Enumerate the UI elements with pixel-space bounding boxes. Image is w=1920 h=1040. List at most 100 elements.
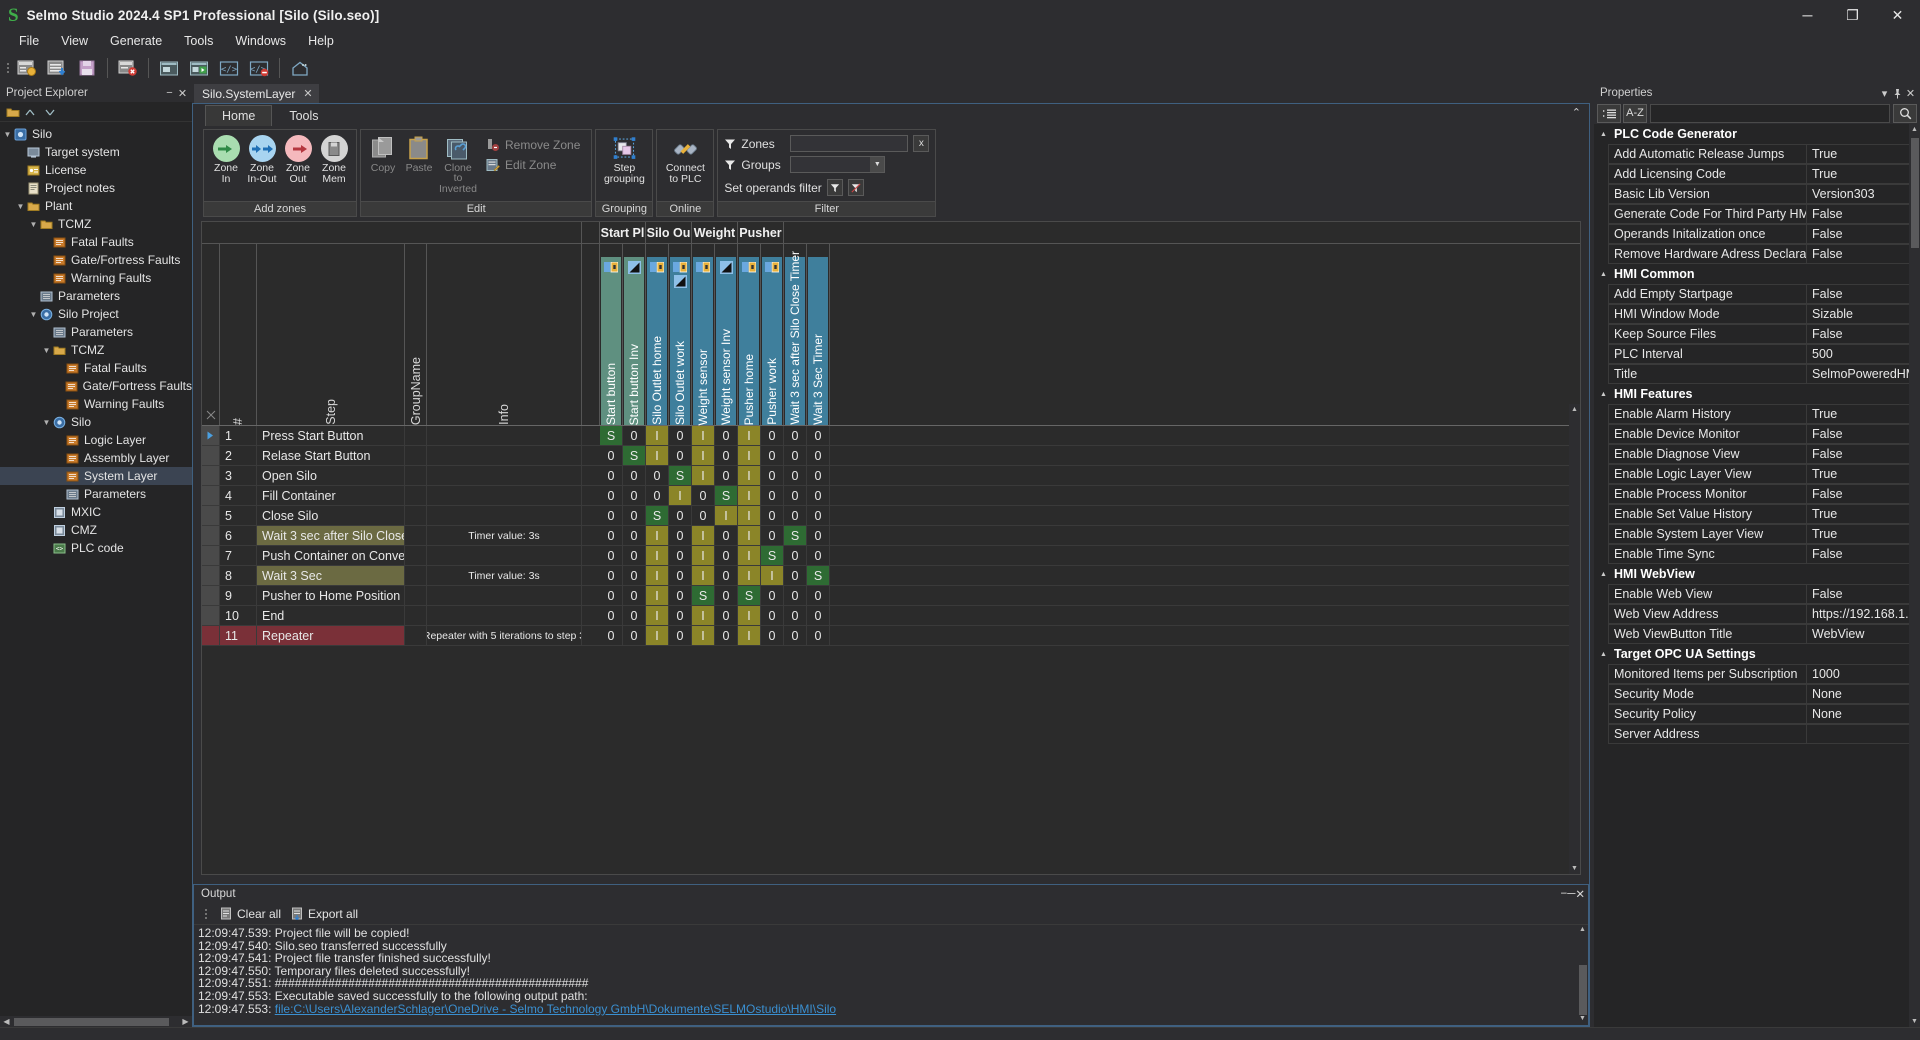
cell-operand-value[interactable]: 0 bbox=[761, 526, 784, 545]
cell-operand-value[interactable]: I bbox=[738, 626, 761, 645]
grid-group-header-pusher[interactable]: Pusher bbox=[738, 222, 784, 243]
cell-step[interactable]: Relase Start Button bbox=[257, 446, 405, 465]
cell-info[interactable] bbox=[427, 426, 582, 445]
collapse-all-icon[interactable] bbox=[23, 104, 38, 119]
home-icon[interactable] bbox=[287, 55, 313, 81]
minimize-button[interactable]: ─ bbox=[1785, 0, 1830, 30]
cell-operand-value[interactable]: 0 bbox=[692, 486, 715, 505]
connect-to-plc-button[interactable]: Connect to PLC bbox=[665, 133, 705, 186]
edit-zone-button[interactable]: Edit Zone bbox=[482, 157, 584, 173]
cell-operand-value[interactable]: I bbox=[692, 526, 715, 545]
tree-node-parameters[interactable]: Parameters bbox=[0, 323, 192, 341]
cell-operand-value[interactable]: S bbox=[600, 426, 623, 445]
tree-node-warning-faults[interactable]: Warning Faults bbox=[0, 395, 192, 413]
properties-dropdown-icon[interactable]: ▾ bbox=[1878, 86, 1891, 100]
row-header[interactable] bbox=[202, 486, 220, 505]
export-all-button[interactable]: Export all bbox=[291, 907, 358, 921]
cell-info[interactable] bbox=[427, 486, 582, 505]
cell-number[interactable]: 7 bbox=[220, 546, 257, 565]
groups-filter-combo[interactable]: ▼ bbox=[790, 156, 886, 173]
tree-node-parameters[interactable]: Parameters bbox=[0, 485, 192, 503]
grid-column-header-step[interactable]: Step bbox=[257, 244, 405, 425]
twisty-icon[interactable]: ▲ bbox=[1598, 125, 1609, 143]
menu-windows[interactable]: Windows bbox=[224, 32, 297, 50]
cell-step[interactable]: Close Silo bbox=[257, 506, 405, 525]
cell-operand-value[interactable]: S bbox=[692, 586, 715, 605]
tree-node-gate-fortress-faults[interactable]: Gate/Fortress Faults bbox=[0, 251, 192, 269]
property-value[interactable]: True bbox=[1806, 144, 1920, 164]
cell-info[interactable]: Timer value: 3s bbox=[427, 526, 582, 545]
grid-row[interactable]: 6 Wait 3 sec after Silo Close Timer value:… bbox=[202, 526, 1580, 546]
cell-number[interactable]: 2 bbox=[220, 446, 257, 465]
row-header[interactable] bbox=[202, 546, 220, 565]
cell-operand-value[interactable]: 0 bbox=[669, 526, 692, 545]
cell-operand-value[interactable]: 0 bbox=[784, 606, 807, 625]
save-icon[interactable] bbox=[74, 55, 100, 81]
cell-operand-value[interactable]: 0 bbox=[761, 606, 784, 625]
cell-operand-value[interactable]: I bbox=[738, 426, 761, 445]
cell-operand-value[interactable]: I bbox=[669, 486, 692, 505]
cell-operand-value[interactable]: 0 bbox=[784, 586, 807, 605]
remove-zone-button[interactable]: Remove Zone bbox=[482, 137, 584, 153]
tree-node-silo-project[interactable]: ▼ Silo Project bbox=[0, 305, 192, 323]
tree-node-plc-code[interactable]: <> PLC code bbox=[0, 539, 192, 557]
property-row[interactable]: HMI Window Mode Sizable bbox=[1608, 304, 1920, 324]
menu-help[interactable]: Help bbox=[297, 32, 345, 50]
cell-operand-value[interactable]: I bbox=[692, 446, 715, 465]
zones-filter-input[interactable] bbox=[790, 135, 909, 152]
property-row[interactable]: Enable Process Monitor False bbox=[1608, 484, 1920, 504]
property-value[interactable]: False bbox=[1806, 444, 1920, 464]
scroll-thumb[interactable] bbox=[1579, 965, 1587, 1015]
cell-operand-value[interactable]: 0 bbox=[784, 486, 807, 505]
property-value[interactable]: True bbox=[1806, 404, 1920, 424]
grid-row[interactable]: 2 Relase Start Button 0 S I 0 I 0 I 0 0 0 bbox=[202, 446, 1580, 466]
twisty-icon[interactable]: ▲ bbox=[1598, 385, 1609, 403]
property-value[interactable] bbox=[1806, 724, 1920, 744]
cell-groupname[interactable] bbox=[405, 486, 427, 505]
tree-node-assembly-layer[interactable]: Assembly Layer bbox=[0, 449, 192, 467]
grid-row[interactable]: 10 End 0 0 I 0 I 0 I 0 0 0 bbox=[202, 606, 1580, 626]
property-value[interactable]: Version303 bbox=[1806, 184, 1920, 204]
cell-operand-value[interactable]: I bbox=[738, 506, 761, 525]
property-value[interactable]: False bbox=[1806, 284, 1920, 304]
menu-view[interactable]: View bbox=[50, 32, 99, 50]
cell-operand-value[interactable]: 0 bbox=[807, 466, 830, 485]
cell-operand-value[interactable]: S bbox=[646, 506, 669, 525]
cell-operand-value[interactable]: 0 bbox=[669, 626, 692, 645]
property-row[interactable]: Web View Address https://192.168.1.1 bbox=[1608, 604, 1920, 624]
property-value[interactable]: True bbox=[1806, 164, 1920, 184]
cell-operand-value[interactable]: I bbox=[646, 526, 669, 545]
tree-node-plant[interactable]: ▼ Plant bbox=[0, 197, 192, 215]
twisty-icon[interactable]: ▼ bbox=[28, 215, 39, 233]
row-header[interactable] bbox=[202, 526, 220, 545]
property-row[interactable]: Enable Set Value History True bbox=[1608, 504, 1920, 524]
cell-operand-value[interactable]: 0 bbox=[646, 486, 669, 505]
document-tab-close-icon[interactable]: ✕ bbox=[303, 87, 312, 100]
grid-row[interactable]: 1 Press Start Button S 0 I 0 I 0 I 0 0 0 bbox=[202, 426, 1580, 446]
new-project-icon[interactable] bbox=[14, 55, 40, 81]
property-value[interactable]: True bbox=[1806, 504, 1920, 524]
menu-file[interactable]: File bbox=[8, 32, 50, 50]
property-value[interactable]: True bbox=[1806, 464, 1920, 484]
cell-operand-value[interactable]: 0 bbox=[715, 426, 738, 445]
document-tab-silo-systemlayer[interactable]: Silo.SystemLayer ✕ bbox=[194, 84, 319, 103]
scroll-up-arrow[interactable]: ▲ bbox=[1569, 404, 1580, 415]
cell-operand-value[interactable]: I bbox=[692, 546, 715, 565]
twisty-icon[interactable]: ▼ bbox=[15, 197, 26, 215]
property-category-hmi-webview[interactable]: ▲ HMI WebView bbox=[1594, 564, 1920, 584]
tree-node-parameters[interactable]: Parameters bbox=[0, 287, 192, 305]
cell-operand-value[interactable]: 0 bbox=[623, 486, 646, 505]
zone-mem-button[interactable]: Zone Mem bbox=[317, 133, 351, 186]
cell-operand-value[interactable]: 0 bbox=[600, 526, 623, 545]
generate-code-icon[interactable]: </> bbox=[216, 55, 242, 81]
grid-row[interactable]: 9 Pusher to Home Position 0 0 I 0 S 0 S 0 0 0 bbox=[202, 586, 1580, 606]
cell-operand-value[interactable]: 0 bbox=[623, 566, 646, 585]
cell-operand-value[interactable]: I bbox=[646, 426, 669, 445]
ribbon-tab-tools[interactable]: Tools bbox=[272, 105, 335, 126]
cell-operand-value[interactable]: 0 bbox=[715, 446, 738, 465]
cell-number[interactable]: 5 bbox=[220, 506, 257, 525]
cell-operand-value[interactable]: I bbox=[738, 486, 761, 505]
operand-column-header-0[interactable]: Start button bbox=[600, 244, 623, 425]
tree-node-mxic[interactable]: MXIC bbox=[0, 503, 192, 521]
cell-step[interactable]: Press Start Button bbox=[257, 426, 405, 445]
